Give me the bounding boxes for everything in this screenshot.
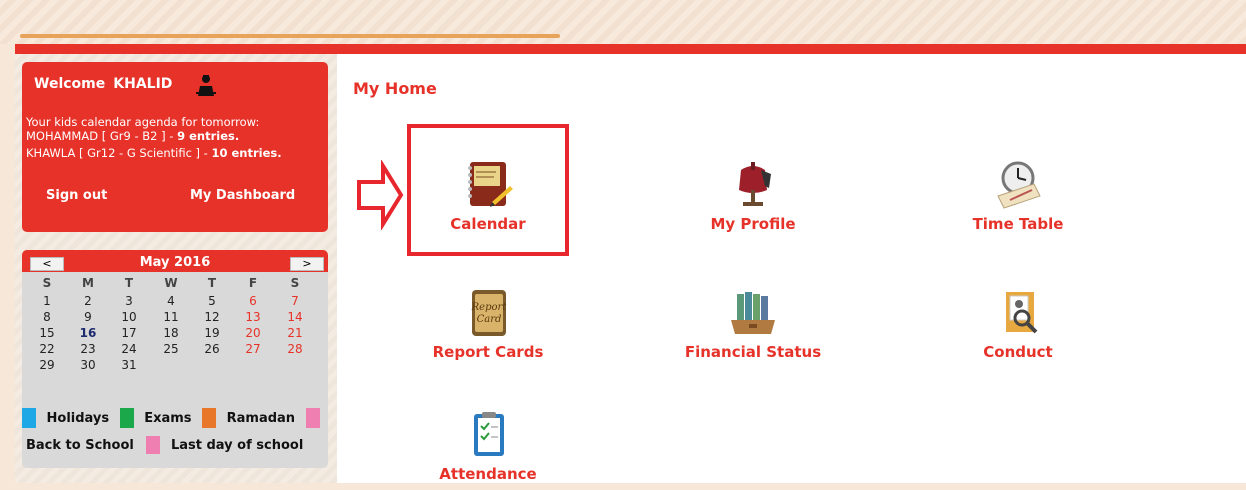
calendar-day[interactable]: 12 <box>192 310 232 324</box>
calendar-day-today[interactable]: 16 <box>68 326 108 340</box>
calendar-day-of-week: T <box>124 276 134 290</box>
kid-entries: 9 entries. <box>177 129 240 143</box>
last-day-swatch <box>146 436 161 454</box>
calendar-day-of-week: S <box>42 276 52 290</box>
kid-entries: 10 entries. <box>211 146 282 160</box>
calendar-day-of-week: W <box>164 276 178 290</box>
kid-name: MOHAMMAD [ Gr9 - B2 ] - <box>26 129 174 143</box>
calendar-day-of-week: T <box>207 276 217 290</box>
calendar-prev-button[interactable]: < <box>30 257 64 271</box>
tile-calendar[interactable]: Calendar <box>378 160 598 240</box>
tile-label: Financial Status <box>684 343 822 361</box>
header-red-bar <box>15 44 1246 54</box>
tile-conduct[interactable]: Conduct <box>908 288 1128 368</box>
calendar-day[interactable]: 21 <box>275 326 315 340</box>
calendar-legend-row: Holidays Exams Ramadan <box>22 408 320 428</box>
calendar-day[interactable]: 2 <box>68 294 108 308</box>
calendar-day[interactable]: 19 <box>192 326 232 340</box>
conduct-folder-icon <box>1006 292 1038 334</box>
tile-report-cards[interactable]: Report Card Report Cards <box>378 288 598 368</box>
calendar-day[interactable]: 26 <box>192 342 232 356</box>
calendar-day-of-week: S <box>290 276 300 290</box>
calendar-day[interactable]: 24 <box>109 342 149 356</box>
calendar-day[interactable]: 27 <box>233 342 273 356</box>
ramadan-swatch <box>202 408 217 428</box>
calendar-day-of-week: M <box>82 276 94 290</box>
calendar-day[interactable]: 29 <box>27 358 67 372</box>
legend-label: Holidays <box>46 410 110 426</box>
tile-my-profile[interactable]: My Profile <box>643 160 863 240</box>
calendar-day[interactable]: 15 <box>27 326 67 340</box>
welcome-panel: Welcome KHALID Your kids calendar agenda … <box>22 62 328 232</box>
report-card-icon: Report Card <box>471 290 508 336</box>
calendar-day[interactable]: 14 <box>275 310 315 324</box>
calendar-day[interactable]: 25 <box>151 342 191 356</box>
agenda-intro-text: Your kids calendar agenda for tomorrow: <box>26 115 260 129</box>
calendar-day[interactable]: 31 <box>109 358 149 372</box>
agenda-kid-row: MOHAMMAD [ Gr9 - B2 ] - 9 entries. <box>26 129 239 143</box>
calendar-day[interactable]: 10 <box>109 310 149 324</box>
welcome-heading: Welcome KHALID <box>34 76 172 92</box>
tile-label: My Profile <box>710 215 796 233</box>
calendar-day[interactable]: 7 <box>275 294 315 308</box>
tile-attendance[interactable]: Attendance <box>378 410 598 490</box>
my-dashboard-link[interactable]: My Dashboard <box>190 188 295 203</box>
calendar-day[interactable]: 13 <box>233 310 273 324</box>
legend-label: Last day of school <box>170 437 304 453</box>
calendar-day[interactable]: 18 <box>151 326 191 340</box>
calendar-day[interactable]: 22 <box>27 342 67 356</box>
calendar-notebook-icon <box>468 162 513 207</box>
mini-calendar: May 2016 < > S M T W T F S 1 2 3 4 5 6 7 8 9 10 11 12 13 14 1… <box>22 250 328 468</box>
tile-financial-status[interactable]: Financial Status <box>643 288 863 368</box>
agenda-kid-row: KHAWLA [ Gr12 - G Scientific ] - 10 entr… <box>26 146 282 160</box>
tile-label: Conduct <box>983 343 1053 361</box>
calendar-day-of-week: F <box>248 276 258 290</box>
header-tab-line <box>20 34 560 38</box>
calendar-day[interactable]: 1 <box>27 294 67 308</box>
legend-label: Back to School <box>26 437 134 453</box>
legend-label: Exams <box>144 410 192 426</box>
user-silhouette-icon <box>196 75 216 96</box>
binders-icon <box>731 292 775 334</box>
sign-out-link[interactable]: Sign out <box>46 188 107 203</box>
welcome-label: Welcome <box>34 76 106 92</box>
tile-label: Time Table <box>972 215 1064 233</box>
calendar-legend-row: Back to School Last day of school <box>26 436 303 454</box>
calendar-day[interactable]: 5 <box>192 294 232 308</box>
holidays-swatch <box>22 408 36 428</box>
calendar-day[interactable]: 17 <box>109 326 149 340</box>
attendance-clipboard-icon <box>474 412 504 456</box>
kid-name: KHAWLA [ Gr12 - G Scientific ] - <box>26 146 208 160</box>
tile-time-table[interactable]: Time Table <box>908 160 1128 240</box>
calendar-day[interactable]: 8 <box>27 310 67 324</box>
tile-label: Attendance <box>439 465 537 483</box>
calendar-day[interactable]: 9 <box>68 310 108 324</box>
calendar-day[interactable]: 3 <box>109 294 149 308</box>
back-to-school-swatch <box>305 408 320 428</box>
tile-label: Calendar <box>450 215 526 233</box>
clock-timetable-icon <box>997 161 1041 209</box>
calendar-day[interactable]: 11 <box>151 310 191 324</box>
calendar-month-title: May 2016 <box>139 255 211 270</box>
legend-label: Ramadan <box>226 410 296 426</box>
calendar-day[interactable]: 20 <box>233 326 273 340</box>
svg-text:Card: Card <box>477 314 502 325</box>
calendar-day[interactable]: 30 <box>68 358 108 372</box>
tile-label: Report Cards <box>432 343 544 361</box>
calendar-day[interactable]: 4 <box>151 294 191 308</box>
calendar-day[interactable]: 6 <box>233 294 273 308</box>
user-name: KHALID <box>113 76 173 92</box>
svg-text:Report: Report <box>471 302 508 313</box>
page-title: My Home <box>353 79 437 98</box>
calendar-next-button[interactable]: > <box>290 257 324 271</box>
calendar-day[interactable]: 28 <box>275 342 315 356</box>
profile-mannequin-icon <box>739 162 771 206</box>
exams-swatch <box>119 408 134 428</box>
calendar-day[interactable]: 23 <box>68 342 108 356</box>
